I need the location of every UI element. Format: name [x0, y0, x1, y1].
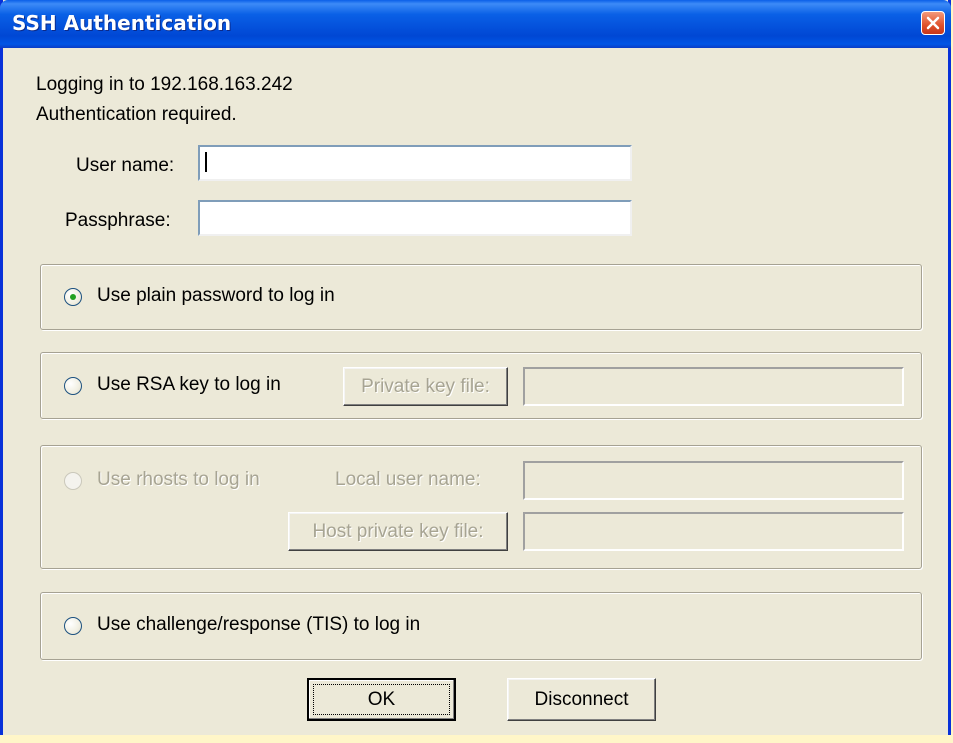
- local-user-name-label: Local user name:: [335, 469, 481, 490]
- rhosts-group: Use rhosts to log in Local user name: Ho…: [40, 445, 922, 569]
- text-caret: [205, 152, 207, 172]
- rhosts-label: Use rhosts to log in: [97, 469, 260, 490]
- window-bottom-edge: [0, 735, 953, 743]
- plain-password-group: Use plain password to log in: [40, 264, 922, 330]
- passphrase-label: Passphrase:: [65, 210, 171, 231]
- close-button[interactable]: [921, 11, 945, 35]
- local-user-name-field[interactable]: [523, 461, 904, 500]
- rsa-key-radio[interactable]: [64, 377, 82, 395]
- rsa-key-group: Use RSA key to log in Private key file:: [40, 352, 922, 419]
- host-private-key-file-field[interactable]: [523, 512, 904, 551]
- private-key-file-field[interactable]: [523, 367, 904, 406]
- ok-button[interactable]: OK: [307, 678, 456, 721]
- passphrase-input[interactable]: [198, 200, 632, 236]
- challenge-response-group: Use challenge/response (TIS) to log in: [40, 592, 922, 660]
- focus-rectangle: [313, 684, 450, 715]
- close-icon: [926, 16, 940, 30]
- login-target-text: Logging in to 192.168.163.242: [36, 74, 293, 95]
- plain-password-label: Use plain password to log in: [97, 285, 335, 306]
- ssh-authentication-dialog: SSH Authentication Logging in to 192.168…: [0, 0, 951, 743]
- title-bar[interactable]: SSH Authentication: [0, 0, 951, 48]
- username-input[interactable]: [198, 145, 632, 181]
- challenge-response-label: Use challenge/response (TIS) to log in: [97, 614, 421, 635]
- rsa-key-label: Use RSA key to log in: [97, 374, 281, 395]
- disconnect-button[interactable]: Disconnect: [507, 678, 656, 721]
- private-key-file-button[interactable]: Private key file:: [343, 367, 508, 406]
- radio-selected-dot: [70, 294, 76, 300]
- window-title: SSH Authentication: [12, 11, 232, 35]
- host-private-key-file-button[interactable]: Host private key file:: [288, 512, 508, 551]
- username-label: User name:: [76, 155, 175, 176]
- plain-password-radio[interactable]: [64, 288, 82, 306]
- auth-required-text: Authentication required.: [36, 104, 237, 125]
- rhosts-radio[interactable]: [64, 472, 82, 490]
- challenge-response-radio[interactable]: [64, 617, 82, 635]
